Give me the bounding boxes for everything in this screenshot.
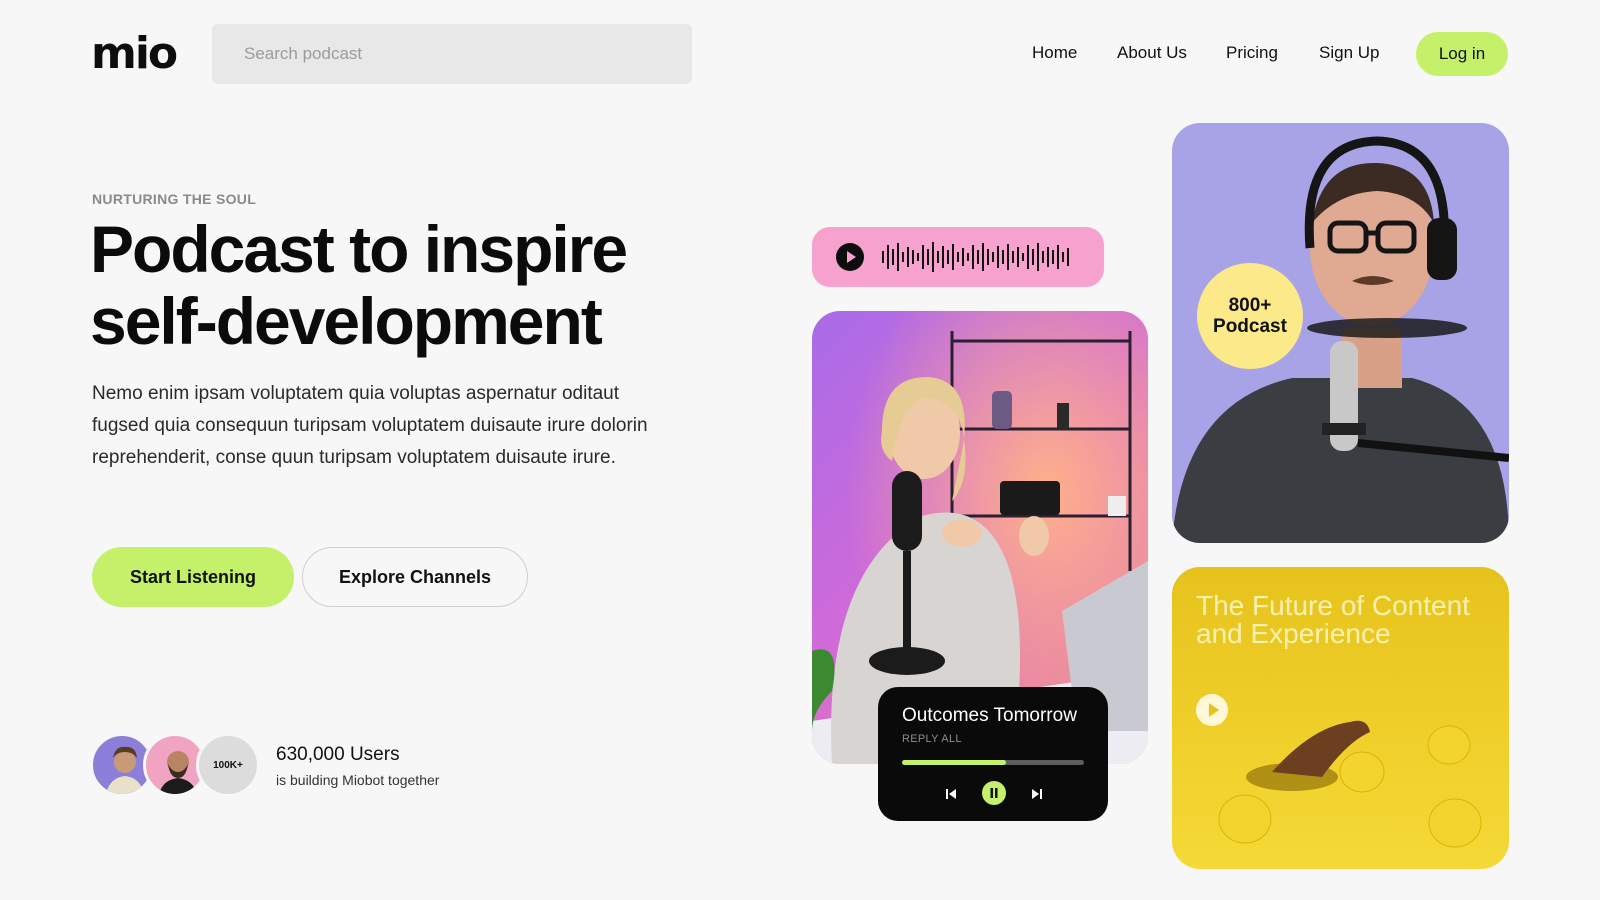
users-subtitle: is building Miobot together	[276, 772, 440, 788]
pause-icon[interactable]	[982, 781, 1006, 805]
nav-pricing[interactable]: Pricing	[1226, 43, 1278, 63]
next-track-icon[interactable]	[1030, 787, 1044, 801]
episode-show: REPLY ALL	[902, 733, 962, 745]
login-button[interactable]: Log in	[1416, 32, 1508, 76]
progress-bar[interactable]	[902, 760, 1084, 765]
brand-logo[interactable]: mio	[91, 28, 178, 79]
podcast-count-badge: 800+ Podcast	[1197, 263, 1303, 369]
waveform-icon	[882, 242, 1069, 272]
play-icon[interactable]	[836, 243, 864, 271]
episode-title: Outcomes Tomorrow	[902, 705, 1077, 726]
featured-episode-card[interactable]: The Future of Content and Experience	[1172, 567, 1509, 869]
feature-card-title: The Future of Content and Experience	[1196, 590, 1470, 649]
explore-channels-button[interactable]: Explore Channels	[302, 547, 528, 607]
headline-line-1: Podcast to inspire	[90, 212, 628, 286]
previous-track-icon[interactable]	[944, 787, 958, 801]
hero-description: Nemo enim ipsam voluptatem quia voluptas…	[92, 383, 648, 468]
podcast-count: 800+	[1228, 295, 1272, 316]
nav-about-us[interactable]: About Us	[1117, 43, 1187, 63]
users-count: 630,000 Users	[276, 744, 400, 765]
avatar-more-badge: 100K+	[196, 733, 260, 797]
mini-player: Outcomes Tomorrow REPLY ALL	[878, 687, 1108, 821]
play-icon[interactable]	[1196, 694, 1228, 726]
landing-page: mio Home About Us Pricing Sign Up Log in…	[0, 0, 1600, 900]
hero-eyebrow: NURTURING THE SOUL	[92, 191, 257, 207]
podcast-count-label: Podcast	[1213, 316, 1287, 337]
progress-fill	[902, 760, 1006, 765]
headline-line-2: self-development	[90, 284, 603, 358]
hero-headline: Podcast to inspire self-development	[90, 213, 730, 357]
nav-home[interactable]: Home	[1032, 43, 1077, 63]
search-input[interactable]	[212, 24, 692, 84]
start-listening-button[interactable]: Start Listening	[92, 547, 294, 607]
audio-waveform-player[interactable]	[812, 227, 1104, 287]
nav-sign-up[interactable]: Sign Up	[1319, 43, 1379, 63]
